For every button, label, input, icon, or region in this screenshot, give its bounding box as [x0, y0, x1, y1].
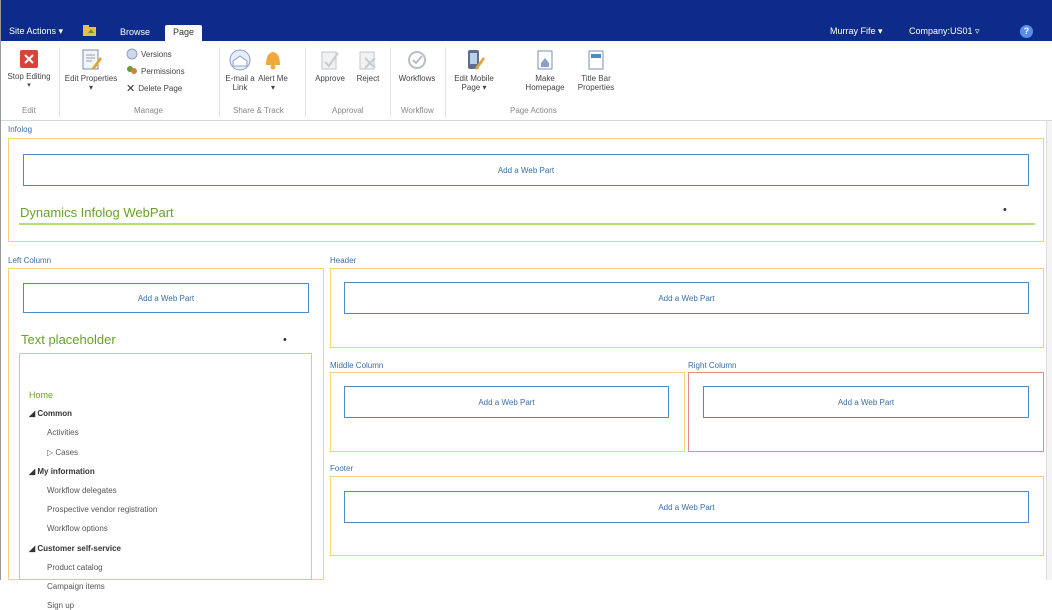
edit-properties-icon [82, 49, 102, 70]
add-web-part-left-column[interactable]: Add a Web Part [23, 283, 309, 313]
delete-page-button[interactable]: ✕ Delete Page [126, 82, 182, 95]
navigate-up-icon[interactable] [83, 25, 97, 36]
reject-label: Reject [356, 74, 380, 83]
delete-page-label: Delete Page [138, 84, 183, 93]
company-selector[interactable]: Company:US01 ▿ [909, 26, 980, 37]
nav-item[interactable]: Workflow options [47, 524, 108, 533]
email-link-button[interactable]: E-mail a Link [223, 48, 257, 92]
permissions-icon [127, 66, 137, 74]
nav-item[interactable]: Product catalog [47, 563, 103, 572]
alert-me-label: Alert Me ▾ [258, 74, 288, 92]
separator [445, 47, 446, 117]
group-label-edit: Edit [22, 106, 36, 115]
versions-label: Versions [141, 49, 172, 59]
infolog-webpart-underline [19, 223, 1035, 225]
top-bar: Site Actions ▾ Browse Page Murray Fife ▾… [1, 0, 1052, 41]
permissions-button[interactable]: Permissions [126, 65, 185, 77]
permissions-label: Permissions [141, 66, 185, 76]
alert-bell-icon [266, 52, 280, 70]
separator [390, 47, 391, 117]
title-bar-label: Title Bar Properties [577, 74, 615, 92]
edit-properties-button[interactable]: Edit Properties ▾ [63, 48, 119, 92]
make-homepage-button[interactable]: Make Homepage [515, 48, 575, 92]
nav-section-header[interactable]: ◢ Common [29, 409, 72, 418]
add-web-part-infolog[interactable]: Add a Web Part [23, 154, 1029, 186]
stop-editing-icon [20, 50, 38, 68]
group-label-page-actions: Page Actions [510, 106, 557, 115]
workflows-icon [408, 51, 426, 69]
nav-section-header[interactable]: ◢ My information [29, 467, 95, 476]
stop-editing-label: Stop Editing [7, 72, 51, 81]
reject-icon [359, 51, 376, 70]
edit-mobile-icon [468, 50, 485, 70]
approve-icon [321, 51, 339, 70]
site-actions-menu[interactable]: Site Actions ▾ [9, 26, 63, 37]
separator [219, 47, 220, 117]
email-link-label: E-mail a Link [225, 74, 255, 92]
nav-item[interactable]: Sign up [47, 601, 74, 610]
email-link-icon [229, 49, 251, 71]
add-web-part-right-column[interactable]: Add a Web Part [703, 386, 1029, 418]
separator [305, 47, 306, 117]
title-bar-icon [588, 50, 604, 70]
title-bar-properties-button[interactable]: Title Bar Properties [571, 48, 621, 92]
nav-item[interactable]: Workflow delegates [47, 486, 117, 495]
ribbon: Stop Editing ▾ Edit Properties ▾ Version… [1, 41, 1052, 121]
workflows-button[interactable]: Workflows [395, 48, 439, 83]
user-menu[interactable]: Murray Fife ▾ [830, 26, 883, 37]
make-homepage-label: Make Homepage [525, 74, 565, 92]
zone-label-footer: Footer [330, 464, 354, 473]
vertical-scrollbar[interactable] [1046, 121, 1052, 580]
edit-properties-label: Edit Properties ▾ [64, 74, 118, 92]
group-label-manage: Manage [134, 106, 163, 115]
zone-label-left-column: Left Column [8, 256, 52, 265]
nav-item[interactable]: Campaign items [47, 582, 105, 591]
infolog-webpart-title: Dynamics Infolog WebPart [20, 205, 174, 220]
add-web-part-middle-column[interactable]: Add a Web Part [344, 386, 669, 418]
make-homepage-icon [537, 50, 553, 70]
tab-page[interactable]: Page [165, 25, 203, 41]
text-placeholder-title: Text placeholder [21, 332, 116, 347]
approve-button[interactable]: Approve [312, 48, 348, 83]
alert-me-button[interactable]: Alert Me ▾ [257, 48, 289, 92]
zone-label-middle-column: Middle Column [330, 361, 384, 370]
delete-icon: ✕ [126, 83, 136, 95]
versions-button[interactable]: Versions [126, 48, 172, 60]
edit-mobile-label: Edit Mobile Page ▾ [454, 74, 494, 92]
text-placeholder-menu[interactable]: • [283, 334, 287, 346]
zone-label-header: Header [330, 256, 357, 265]
workflows-label: Workflows [398, 74, 436, 83]
edit-mobile-page-button[interactable]: Edit Mobile Page ▾ [450, 48, 498, 92]
nav-section-header[interactable]: ◢ Customer self-service [29, 544, 121, 553]
reject-button[interactable]: Reject [352, 48, 384, 83]
group-label-approval: Approval [332, 106, 364, 115]
add-web-part-header[interactable]: Add a Web Part [344, 282, 1029, 314]
group-label-workflow: Workflow [401, 106, 434, 115]
page-frame: Site Actions ▾ Browse Page Murray Fife ▾… [0, 0, 1052, 610]
separator [59, 47, 60, 117]
add-web-part-footer[interactable]: Add a Web Part [344, 491, 1029, 523]
nav-item[interactable]: ▷ Cases [47, 448, 78, 457]
group-label-share-track: Share & Track [233, 106, 284, 115]
approve-label: Approve [315, 74, 345, 83]
versions-icon [126, 48, 138, 60]
zone-label-right-column: Right Column [688, 361, 737, 370]
nav-item-home[interactable]: Home [29, 390, 53, 400]
help-icon[interactable]: ? [1020, 25, 1033, 38]
tab-browse[interactable]: Browse [112, 25, 158, 41]
stop-editing-button[interactable]: Stop Editing ▾ [5, 48, 53, 90]
infolog-webpart-menu[interactable]: • [1003, 204, 1007, 216]
nav-item[interactable]: Prospective vendor registration [47, 505, 157, 514]
nav-item[interactable]: Activities [47, 428, 79, 437]
zone-label-infolog: Infolog [8, 125, 33, 134]
